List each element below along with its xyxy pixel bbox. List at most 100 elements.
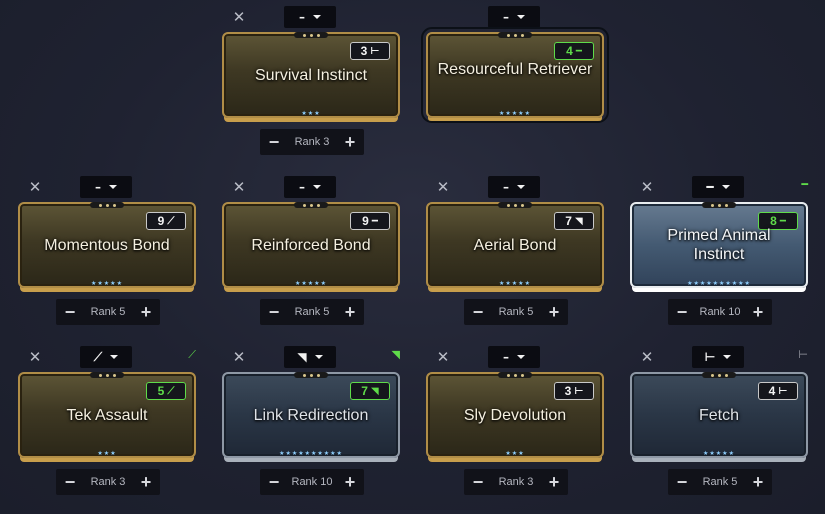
mod-drain-value: 9 xyxy=(157,214,165,228)
rank-control: − Rank 5 + xyxy=(260,299,364,325)
slot-polarity-selector[interactable]: – xyxy=(488,346,540,368)
mod-name: Momentous Bond xyxy=(44,237,170,254)
polarity-match-icon: ◥ xyxy=(391,348,400,361)
mod-name: Resourceful Retriever xyxy=(437,61,593,78)
rank-down-button[interactable]: − xyxy=(62,303,78,321)
rank-up-button[interactable]: + xyxy=(750,303,766,321)
slot-polarity-value: – xyxy=(299,180,305,194)
mod-card[interactable]: 3 ⊢ Survival Instinct ★★★ xyxy=(222,32,400,118)
chevron-down-icon xyxy=(517,15,525,19)
mod-name: Reinforced Bond xyxy=(251,237,371,254)
mod-card[interactable]: 9 ━ Reinforced Bond ★★★★★ xyxy=(222,202,400,288)
chevron-down-icon xyxy=(313,15,321,19)
rank-label: Rank 5 xyxy=(294,306,330,318)
mod-drain-badge: 9 ⟋ xyxy=(146,212,186,230)
slot-polarity-selector[interactable]: ⊢ xyxy=(692,346,744,368)
remove-mod-icon[interactable]: ✕ xyxy=(640,350,654,365)
remove-mod-icon[interactable]: ✕ xyxy=(436,350,450,365)
rank-up-button[interactable]: + xyxy=(546,473,562,491)
rank-control: − Rank 5 + xyxy=(56,299,160,325)
remove-mod-icon[interactable]: ✕ xyxy=(232,10,246,25)
slot-polarity-value: – xyxy=(503,350,509,364)
remove-mod-icon[interactable]: ✕ xyxy=(28,350,42,365)
rank-up-button[interactable]: + xyxy=(342,303,358,321)
rank-label: Rank 10 xyxy=(699,306,741,318)
remove-mod-icon[interactable]: ✕ xyxy=(28,180,42,195)
rank-label: Rank 5 xyxy=(702,476,738,488)
mod-slot-survival-instinct[interactable]: ✕ – 3 ⊢ Survival Instinct ★★★ − Rank 3 + xyxy=(222,4,400,174)
mod-card[interactable]: 4 ⊢ Fetch ★★★★★ xyxy=(630,372,808,458)
slot-polarity-value: ⊢ xyxy=(704,350,716,364)
rank-up-button[interactable]: + xyxy=(138,473,154,491)
mod-slot-tek-assault[interactable]: ✕ ⟋ ⟋ 5 ⟋ Tek Assault ★★★ − Rank 3 + xyxy=(18,344,196,514)
polarity-mismatch-icon: ⊢ xyxy=(798,348,808,361)
remove-mod-icon[interactable]: ✕ xyxy=(232,180,246,195)
mod-handle-icon xyxy=(702,202,736,208)
slot-polarity-selector[interactable]: – xyxy=(488,6,540,28)
chevron-down-icon xyxy=(110,355,119,359)
slot-polarity-selector[interactable]: ⟋ xyxy=(80,346,132,368)
mod-handle-icon xyxy=(702,372,736,378)
mod-name: Tek Assault xyxy=(66,407,148,424)
mod-drain-value: 3 xyxy=(564,384,572,398)
chevron-down-icon xyxy=(723,355,732,359)
rank-stars: ★★★★★★★★★★ xyxy=(279,450,343,457)
mod-slot-sly-devolution[interactable]: ✕ – 3 ⊢ Sly Devolution ★★★ − Rank 3 + xyxy=(426,344,604,514)
mod-handle-icon xyxy=(90,372,124,378)
mod-card[interactable]: 8 ━ Primed Animal Instinct ★★★★★★★★★★ xyxy=(630,202,808,288)
mod-card[interactable]: 5 ⟋ Tek Assault ★★★ xyxy=(18,372,196,458)
mod-slot-link-redirection[interactable]: ✕ ◥ ◥ 7 ◥ Link Redirection ★★★★★★★★★★ − … xyxy=(222,344,400,514)
mod-drain-value: 5 xyxy=(157,384,165,398)
rank-down-button[interactable]: − xyxy=(266,303,282,321)
slot-polarity-selector[interactable]: ◥ xyxy=(284,346,336,368)
mod-slot-aerial-bond[interactable]: ✕ – 7 ◥ Aerial Bond ★★★★★ − Rank 5 + xyxy=(426,174,604,344)
rank-down-button[interactable]: − xyxy=(470,473,486,491)
rank-down-button[interactable]: − xyxy=(470,303,486,321)
rank-up-button[interactable]: + xyxy=(546,303,562,321)
slot-polarity-value: – xyxy=(299,10,305,24)
mod-card[interactable]: 9 ⟋ Momentous Bond ★★★★★ xyxy=(18,202,196,288)
rank-down-button[interactable]: − xyxy=(266,133,282,151)
mod-slot-primed-animal-instinct[interactable]: ✕ ━ ━ 8 ━ Primed Animal Instinct ★★★★★★★… xyxy=(630,174,808,344)
rank-down-button[interactable]: − xyxy=(674,473,690,491)
rank-up-button[interactable]: + xyxy=(750,473,766,491)
rank-control: − Rank 5 + xyxy=(464,299,568,325)
remove-mod-icon[interactable]: ✕ xyxy=(436,180,450,195)
mod-card-selected[interactable]: 4 ━ Resourceful Retriever ★★★★★ xyxy=(421,27,609,123)
rank-down-button[interactable]: − xyxy=(266,473,282,491)
mod-name: Sly Devolution xyxy=(463,407,567,424)
vazarin-polarity-icon: ⟋ xyxy=(167,215,175,227)
rank-up-button[interactable]: + xyxy=(138,303,154,321)
rank-stars: ★★★★★ xyxy=(499,110,531,117)
mod-slot-momentous-bond[interactable]: ✕ – 9 ⟋ Momentous Bond ★★★★★ − Rank 5 + xyxy=(18,174,196,344)
vazarin-polarity-icon: ⟋ xyxy=(167,385,175,397)
remove-mod-icon[interactable]: ✕ xyxy=(232,350,246,365)
slot-polarity-selector[interactable]: – xyxy=(80,176,132,198)
slot-polarity-selector[interactable]: ━ xyxy=(692,176,744,198)
rank-stars: ★★★★★ xyxy=(703,450,735,457)
mod-drain-value: 4 xyxy=(566,44,573,58)
mod-card[interactable]: 7 ◥ Link Redirection ★★★★★★★★★★ xyxy=(222,372,400,458)
polarity-match-icon: ━ xyxy=(801,178,808,191)
rank-up-button[interactable]: + xyxy=(342,133,358,151)
mod-slot-resourceful-retriever[interactable]: – 4 ━ Resourceful Retriever ★★★★★ xyxy=(421,4,609,174)
mod-drain-badge: 9 ━ xyxy=(350,212,390,230)
mod-drain-badge: 7 ◥ xyxy=(350,382,390,400)
slot-polarity-selector[interactable]: – xyxy=(284,6,336,28)
slot-polarity-selector[interactable]: – xyxy=(488,176,540,198)
mod-slot-reinforced-bond[interactable]: ✕ – 9 ━ Reinforced Bond ★★★★★ − Rank 5 + xyxy=(222,174,400,344)
slot-polarity-value: ⟋ xyxy=(93,349,103,364)
mod-name: Primed Animal Instinct xyxy=(667,227,771,263)
remove-mod-icon[interactable]: ✕ xyxy=(640,180,654,195)
mod-name: Aerial Bond xyxy=(473,237,557,254)
rank-up-button[interactable]: + xyxy=(342,473,358,491)
rank-down-button[interactable]: − xyxy=(62,473,78,491)
mod-drain-value: 7 xyxy=(565,214,572,228)
slot-polarity-selector[interactable]: – xyxy=(284,176,336,198)
mod-card[interactable]: 7 ◥ Aerial Bond ★★★★★ xyxy=(426,202,604,288)
mod-drain-badge: 3 ⊢ xyxy=(350,42,390,60)
rank-stars: ★★★★★ xyxy=(295,280,327,287)
rank-down-button[interactable]: − xyxy=(674,303,690,321)
mod-card[interactable]: 3 ⊢ Sly Devolution ★★★ xyxy=(426,372,604,458)
mod-slot-fetch[interactable]: ✕ ⊢ ⊢ 4 ⊢ Fetch ★★★★★ − Rank 5 + xyxy=(630,344,808,514)
